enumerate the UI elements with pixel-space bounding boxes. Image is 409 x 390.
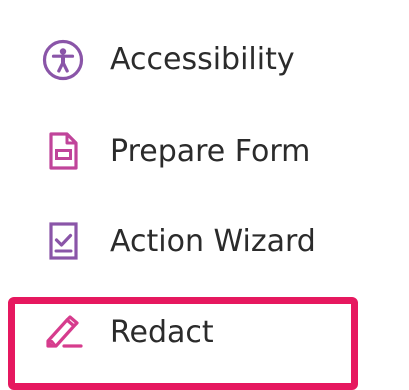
tools-list: Accessibility Prepare Form Action Wizard xyxy=(0,0,409,387)
tool-label-redact: Redact xyxy=(110,315,214,350)
tool-label-action-wizard: Action Wizard xyxy=(110,224,316,259)
tool-item-prepare-form[interactable]: Prepare Form xyxy=(0,108,409,198)
action-wizard-icon xyxy=(42,220,84,262)
tool-item-redact[interactable]: Redact xyxy=(0,290,409,380)
tool-item-action-wizard[interactable]: Action Wizard xyxy=(0,198,409,288)
tool-item-accessibility[interactable]: Accessibility xyxy=(0,17,409,107)
accessibility-icon xyxy=(42,39,84,81)
tool-label-prepare-form: Prepare Form xyxy=(110,134,311,169)
redact-icon xyxy=(42,311,84,353)
prepare-form-icon xyxy=(42,130,84,172)
tool-label-accessibility: Accessibility xyxy=(110,42,295,77)
